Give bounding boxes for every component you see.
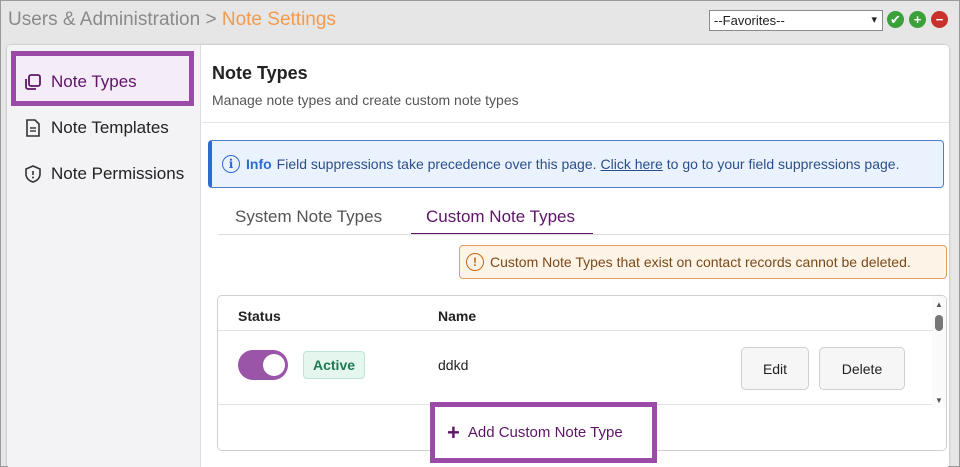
add-custom-note-type-label: Add Custom Note Type [467, 424, 623, 441]
scroll-thumb[interactable] [935, 315, 943, 331]
page-title: Note Types [212, 63, 308, 83]
top-bar: Users & Administration > Note Settings -… [1, 1, 959, 41]
info-text-after: to go to your field suppressions page. [666, 156, 900, 172]
tab-custom-note-types[interactable]: Custom Note Types [426, 207, 575, 227]
breadcrumb-separator: > [205, 9, 217, 30]
status-column-header: Status [238, 308, 281, 324]
delete-button[interactable]: Delete [819, 347, 905, 390]
info-label: Info [246, 156, 272, 172]
table-row: Active ddkd Edit Delete [218, 331, 934, 405]
chevron-down-icon: ▾ [871, 14, 877, 26]
favorites-select[interactable]: --Favorites-- ▾ [709, 10, 883, 31]
sidebar-item-label: Note Templates [51, 118, 169, 137]
status-toggle[interactable] [238, 350, 288, 380]
status-badge: Active [303, 351, 366, 379]
add-favorite-icon[interactable]: + [909, 11, 926, 28]
app-frame: Users & Administration > Note Settings -… [0, 0, 960, 467]
warning-text: Custom Note Types that exist on contact … [490, 254, 911, 270]
sidebar: Note Types Note Templates Note Permissio… [7, 45, 201, 467]
document-icon [23, 118, 43, 138]
info-text: Field suppressions take precedence over … [276, 156, 597, 172]
sidebar-item-note-types[interactable]: Note Types [7, 60, 201, 104]
plus-icon: + [447, 419, 460, 445]
sidebar-item-note-permissions[interactable]: Note Permissions [7, 152, 201, 196]
name-column-header: Name [438, 308, 477, 324]
edit-button[interactable]: Edit [741, 347, 809, 390]
note-type-tabs: System Note Types Custom Note Types [218, 199, 949, 235]
toggle-knob [263, 354, 285, 376]
favorites-value: --Favorites-- [714, 13, 785, 28]
info-icon: i [222, 155, 240, 173]
breadcrumb-current: Note Settings [221, 9, 336, 30]
main-content: Note Types Manage note types and create … [202, 45, 949, 467]
confirm-icon[interactable]: ✔ [887, 11, 904, 28]
shield-icon [23, 164, 43, 184]
scroll-down-icon[interactable]: ▼ [935, 396, 943, 405]
table-scrollbar[interactable]: ▲ ▼ [932, 296, 946, 408]
breadcrumb-parent[interactable]: Users & Administration [8, 9, 200, 30]
content-panel: Note Types Note Templates Note Permissio… [7, 45, 949, 467]
note-types-icon [23, 72, 43, 92]
add-custom-note-type-button[interactable]: + Add Custom Note Type [430, 402, 657, 463]
sidebar-item-label: Note Types [51, 72, 137, 91]
breadcrumb: Users & Administration > Note Settings [8, 9, 336, 31]
warning-banner: ! Custom Note Types that exist on contac… [459, 245, 947, 279]
note-type-name: ddkd [438, 357, 469, 373]
remove-favorite-icon[interactable]: − [931, 11, 948, 28]
info-banner: i Info Field suppressions take precedenc… [208, 140, 944, 188]
scroll-up-icon[interactable]: ▲ [935, 300, 943, 309]
field-suppressions-link[interactable]: Click here [601, 156, 663, 172]
sidebar-item-label: Note Permissions [51, 164, 185, 183]
header-divider [202, 122, 949, 123]
table-header: Status Name [218, 296, 934, 331]
warning-icon: ! [466, 253, 484, 271]
page-subtitle: Manage note types and create custom note… [212, 92, 519, 108]
sidebar-item-note-templates[interactable]: Note Templates [7, 106, 201, 150]
tabs-divider [218, 234, 949, 235]
tab-system-note-types[interactable]: System Note Types [235, 207, 382, 227]
